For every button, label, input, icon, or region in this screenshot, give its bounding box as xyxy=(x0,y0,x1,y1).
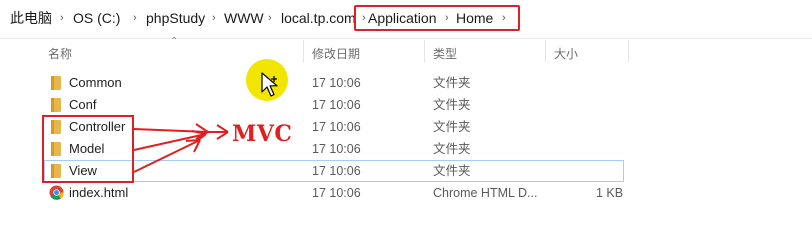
column-header-name[interactable]: 名称 xyxy=(48,45,72,62)
column-header-modified[interactable]: 修改日期 xyxy=(312,45,360,62)
file-modified: 17 10:06 xyxy=(312,120,361,134)
file-row-conf[interactable]: Conf 17 10:06 文件夹 xyxy=(44,94,624,116)
file-modified: 17 10:06 xyxy=(312,142,361,156)
mvc-highlight-box xyxy=(42,115,134,183)
file-modified: 17 10:06 xyxy=(312,76,361,90)
column-divider[interactable] xyxy=(628,40,629,62)
breadcrumb-os-drive[interactable]: OS (C:) xyxy=(73,10,120,26)
file-type: Chrome HTML D... xyxy=(433,186,538,200)
folder-icon xyxy=(51,98,61,112)
file-modified: 17 10:06 xyxy=(312,98,361,112)
file-name: index.html xyxy=(69,185,129,200)
file-name: Conf xyxy=(69,97,97,112)
breadcrumb-separator: › xyxy=(60,12,64,24)
column-divider[interactable] xyxy=(545,40,546,62)
breadcrumb-www[interactable]: WWW xyxy=(224,10,264,26)
breadcrumb-separator: › xyxy=(268,12,272,24)
breadcrumb-highlight-box xyxy=(354,5,520,31)
chrome-icon xyxy=(49,185,64,200)
breadcrumb-local-tp-com[interactable]: local.tp.com xyxy=(281,10,356,26)
folder-icon xyxy=(51,76,61,90)
file-explorer-window: 此电脑 › OS (C:) › phpStudy › WWW › local.t… xyxy=(0,0,812,251)
file-type: 文件夹 xyxy=(433,76,471,90)
file-size: 1 KB xyxy=(596,186,624,200)
file-modified: 17 10:06 xyxy=(312,186,361,200)
breadcrumb-this-pc[interactable]: 此电脑 xyxy=(10,10,52,26)
file-row-index-html[interactable]: index.html 17 10:06 Chrome HTML D... 1 K… xyxy=(44,182,624,204)
column-header-size[interactable]: 大小 xyxy=(554,45,578,62)
file-type: 文件夹 xyxy=(433,98,471,112)
file-type: 文件夹 xyxy=(433,120,471,134)
file-type: 文件夹 xyxy=(433,142,471,156)
file-row-common[interactable]: Common 17 10:06 文件夹 xyxy=(44,72,624,94)
mvc-annotation-label: MVC xyxy=(232,121,293,147)
breadcrumb-separator: › xyxy=(133,12,137,24)
address-bar[interactable]: 此电脑 › OS (C:) › phpStudy › WWW › local.t… xyxy=(0,0,812,39)
column-header-type[interactable]: 类型 xyxy=(433,45,457,62)
breadcrumb-phpstudy[interactable]: phpStudy xyxy=(146,10,205,26)
breadcrumb-separator: › xyxy=(212,12,216,24)
sort-ascending-icon: ⌃ xyxy=(170,36,179,47)
file-modified: 17 10:06 xyxy=(312,164,361,178)
file-type: 文件夹 xyxy=(433,164,471,178)
column-divider[interactable] xyxy=(303,40,304,62)
column-divider[interactable] xyxy=(424,40,425,62)
move-cursor-icon xyxy=(261,72,278,97)
file-name: Common xyxy=(69,75,122,90)
